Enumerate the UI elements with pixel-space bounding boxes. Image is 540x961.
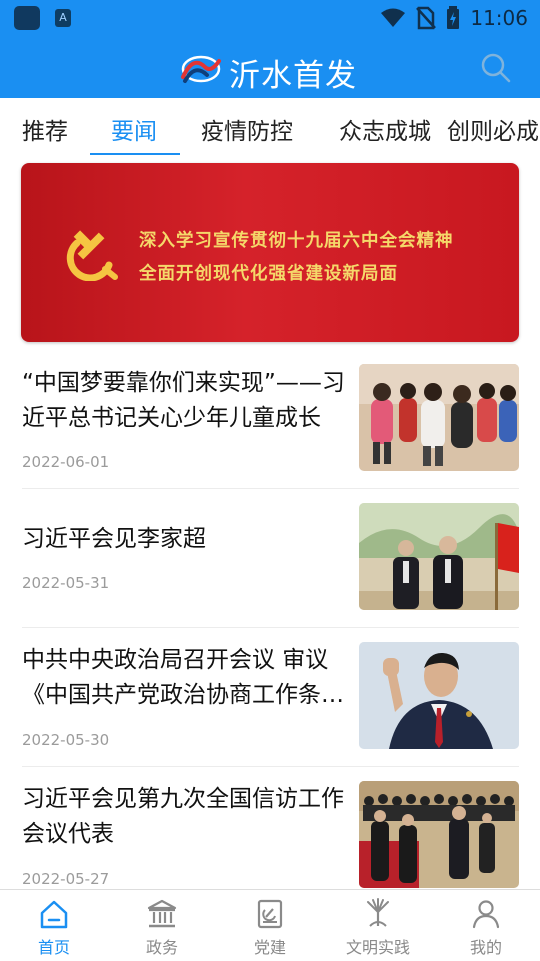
nav-label: 文明实践: [345, 938, 410, 957]
status-time: 11:06: [470, 6, 528, 30]
divider: [22, 766, 519, 767]
banner-headline-2: 全面开创现代化强省建设新局面: [139, 264, 398, 284]
tab-headlines[interactable]: 要闻: [111, 112, 157, 146]
home-icon: [40, 900, 68, 929]
party-book-icon: [257, 899, 283, 929]
bottom-navigation: 首页 政务 党建 文明实践 我的: [0, 889, 540, 961]
nav-government[interactable]: 政务: [108, 890, 216, 961]
news-thumbnail-delegates: [359, 781, 519, 888]
civilization-practice-icon: [367, 898, 389, 927]
news-date: 2022-06-01: [22, 453, 110, 471]
keyboard-notification-icon: A: [55, 9, 71, 27]
no-sim-icon: [416, 6, 437, 30]
active-tab-indicator: [90, 153, 180, 155]
news-item[interactable]: 习近平会见李家超 2022-05-31: [0, 500, 540, 626]
app-title: 沂水首发: [229, 58, 357, 94]
news-thumbnail-meeting: [359, 503, 519, 610]
nav-mine[interactable]: 我的: [432, 890, 540, 961]
nav-civilization-practice[interactable]: 文明实践: [324, 890, 432, 961]
category-tabs: 推荐 要闻 疫情防控 众志成城 创则必成: [0, 98, 540, 156]
status-bar-right: 11:06: [380, 4, 528, 32]
divider: [22, 627, 519, 628]
government-building-icon: [147, 899, 177, 928]
banner-headline-1: 深入学习宣传贯彻十九届六中全会精神: [139, 231, 454, 251]
nav-party[interactable]: 党建: [216, 890, 324, 961]
news-title: 习近平会见第九次全国信访工作会议代表: [22, 786, 344, 847]
person-icon: [472, 900, 500, 929]
news-item[interactable]: 习近平会见第九次全国信访工作会议代表 2022-05-27: [0, 778, 540, 904]
nav-label: 政务: [145, 938, 178, 957]
tab-create-success[interactable]: 创则必成: [447, 112, 539, 146]
tab-united[interactable]: 众志成城: [339, 112, 431, 146]
news-item[interactable]: “中国梦要靠你们来实现”——习近平总书记关心少年儿童成长 2022-06-01: [0, 360, 540, 486]
news-item[interactable]: 中共中央政治局召开会议 审议《中国共产党政治协商工作条例》 2022-05-30: [0, 639, 540, 765]
tab-recommend[interactable]: 推荐: [22, 112, 68, 146]
news-date: 2022-05-27: [22, 870, 110, 888]
divider: [22, 488, 519, 489]
news-date: 2022-05-31: [22, 574, 110, 592]
news-thumbnail-children: [359, 364, 519, 471]
tab-epidemic-control[interactable]: 疫情防控: [201, 112, 293, 146]
search-icon[interactable]: [480, 52, 512, 84]
status-bar: A 11:06: [0, 0, 540, 36]
nav-label: 我的: [469, 938, 502, 957]
news-title: 习近平会见李家超: [22, 526, 206, 552]
news-date: 2022-05-30: [22, 731, 110, 749]
nav-label: 党建: [253, 938, 286, 957]
app-notification-icon: [14, 6, 40, 30]
battery-charging-icon: [447, 6, 460, 29]
nav-label: 首页: [37, 938, 70, 957]
app-logo-icon: [181, 55, 221, 83]
news-title: “中国梦要靠你们来实现”——习近平总书记关心少年儿童成长: [22, 370, 345, 431]
banner[interactable]: 深入学习宣传贯彻十九届六中全会精神 全面开创现代化强省建设新局面: [21, 163, 519, 342]
news-title: 中共中央政治局召开会议 审议《中国共产党政治协商工作条例》: [22, 647, 329, 708]
news-thumbnail-portrait: [359, 642, 519, 749]
hammer-sickle-icon: [66, 230, 118, 281]
wifi-icon: [381, 8, 406, 27]
nav-home[interactable]: 首页: [0, 890, 108, 961]
